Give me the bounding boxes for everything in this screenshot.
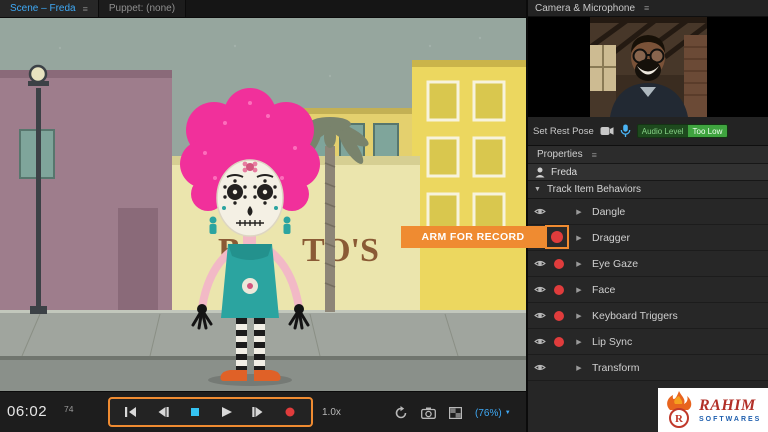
- puppet-icon: [535, 167, 545, 178]
- arm-for-record-callout-label: ARM FOR RECORD: [421, 231, 524, 243]
- expand-triangle-icon[interactable]: ▶: [574, 208, 584, 216]
- right-panel-column: Camera & Microphone ≡: [526, 0, 768, 432]
- watermark-name: RAHIM: [699, 398, 761, 414]
- properties-panel-header: Properties ≡: [528, 146, 768, 164]
- panel-tab-bar: Scene – Freda ≡ Puppet: (none): [0, 0, 526, 18]
- tab-puppet-none[interactable]: Puppet: (none): [99, 0, 186, 17]
- audio-level-meter: Audio Level Too Low: [637, 124, 729, 138]
- watermark-logo-letter: R: [675, 413, 684, 425]
- timecode: 06:02: [7, 403, 47, 420]
- arm-for-record-callout: ARM FOR RECORD: [401, 226, 545, 248]
- visibility-eye-icon[interactable]: [534, 285, 546, 294]
- zoom-level-value: (76%): [475, 408, 502, 419]
- arm-for-record-slot: [552, 311, 566, 321]
- behavior-label: Dragger: [592, 232, 630, 244]
- panel-menu-icon[interactable]: ≡: [592, 150, 597, 160]
- arm-for-record-slot: [552, 259, 566, 269]
- panel-menu-icon[interactable]: ≡: [644, 3, 649, 13]
- scene-column: Scene – Freda ≡ Puppet: (none): [0, 0, 526, 432]
- section-title: Track Item Behaviors: [547, 184, 641, 195]
- record-button[interactable]: [276, 401, 304, 423]
- scene-canvas: B TO'S: [0, 18, 526, 391]
- webcam-feed: [590, 17, 707, 117]
- transparency-grid-icon[interactable]: [449, 407, 462, 419]
- left-building: [0, 70, 172, 312]
- behavior-label: Lip Sync: [592, 336, 632, 348]
- camera-toggle-icon[interactable]: [600, 126, 614, 136]
- visibility-eye-icon[interactable]: [534, 311, 546, 320]
- watermark: R RAHIM SOFTWARES: [658, 388, 768, 432]
- behavior-label: Eye Gaze: [592, 258, 638, 270]
- webcam-area: [528, 17, 768, 117]
- arm-for-record-dot[interactable]: [554, 285, 564, 295]
- watermark-flame-logo: R: [662, 391, 696, 429]
- camera-mic-panel-header: Camera & Microphone ≡: [528, 0, 768, 17]
- behavior-label: Keyboard Triggers: [592, 310, 678, 322]
- playback-speed[interactable]: 1.0x: [322, 407, 341, 418]
- go-to-start-button[interactable]: [117, 401, 145, 423]
- chevron-down-icon: ▼: [505, 410, 511, 416]
- stop-button[interactable]: [181, 401, 209, 423]
- arm-for-record-dot[interactable]: [554, 259, 564, 269]
- puppet-track-item[interactable]: Freda: [528, 164, 768, 181]
- tab-puppet-label: Puppet: (none): [109, 3, 175, 14]
- expanded-triangle-icon[interactable]: ▼: [534, 186, 541, 193]
- camera-mic-controls: Set Rest Pose Audio Level Too Low: [528, 117, 768, 146]
- right-building: [412, 60, 526, 312]
- visibility-eye-icon[interactable]: [534, 259, 546, 268]
- previous-frame-button[interactable]: [149, 401, 177, 423]
- expand-triangle-icon[interactable]: ▶: [574, 364, 584, 372]
- storefront-sign-right: TO'S: [302, 232, 379, 269]
- visibility-eye-icon[interactable]: [534, 363, 546, 372]
- arm-for-record-dot[interactable]: [554, 311, 564, 321]
- dragger-arm-for-record-dot[interactable]: [551, 231, 563, 243]
- microphone-toggle-icon[interactable]: [620, 124, 631, 138]
- frame-counter: 74: [64, 404, 73, 414]
- behavior-row-face[interactable]: ▶ Face: [528, 277, 768, 303]
- behavior-row-keyboard-triggers[interactable]: ▶ Keyboard Triggers: [528, 303, 768, 329]
- behavior-row-lip-sync[interactable]: ▶ Lip Sync: [528, 329, 768, 355]
- behavior-label: Face: [592, 284, 615, 296]
- tab-scene-freda[interactable]: Scene – Freda ≡: [0, 0, 99, 17]
- playback-controls-highlight: [108, 397, 313, 427]
- behavior-row-dangle[interactable]: ▶ Dangle: [528, 199, 768, 225]
- audio-level-label: Audio Level: [638, 125, 688, 137]
- arm-for-record-dot[interactable]: [554, 337, 564, 347]
- timeline-transport-bar: 06:02 74: [0, 391, 526, 432]
- panel-menu-icon[interactable]: ≡: [83, 4, 88, 14]
- expand-triangle-icon[interactable]: ▶: [574, 286, 584, 294]
- set-rest-pose-button[interactable]: Set Rest Pose: [533, 126, 594, 137]
- expand-triangle-icon[interactable]: ▶: [574, 234, 584, 242]
- tab-scene-label: Scene – Freda: [10, 3, 76, 14]
- play-button[interactable]: [212, 401, 240, 423]
- expand-triangle-icon[interactable]: ▶: [574, 312, 584, 320]
- snapshot-camera-icon[interactable]: [421, 407, 436, 419]
- behavior-label: Transform: [592, 362, 639, 374]
- arm-for-record-highlight-box[interactable]: [545, 225, 569, 249]
- visibility-eye-icon[interactable]: [534, 337, 546, 346]
- audio-level-status: Too Low: [688, 125, 728, 137]
- arm-for-record-slot: [552, 285, 566, 295]
- next-frame-button[interactable]: [244, 401, 272, 423]
- properties-title: Properties: [537, 149, 583, 160]
- puppet-name: Freda: [551, 167, 577, 178]
- behavior-row-transform[interactable]: ▶ Transform: [528, 355, 768, 381]
- camera-mic-title: Camera & Microphone: [535, 3, 635, 14]
- expand-triangle-icon[interactable]: ▶: [574, 260, 584, 268]
- zoom-level-dropdown[interactable]: (76%) ▼: [475, 408, 511, 419]
- loop-playback-icon[interactable]: [394, 406, 408, 420]
- arm-for-record-slot: [552, 337, 566, 347]
- behavior-label: Dangle: [592, 206, 625, 218]
- expand-triangle-icon[interactable]: ▶: [574, 338, 584, 346]
- scene-viewport[interactable]: B TO'S: [0, 18, 526, 391]
- track-item-behaviors-section[interactable]: ▼ Track Item Behaviors: [528, 181, 768, 199]
- character-animator-app: Scene – Freda ≡ Puppet: (none): [0, 0, 768, 432]
- behavior-row-eye-gaze[interactable]: ▶ Eye Gaze: [528, 251, 768, 277]
- watermark-subtitle: SOFTWARES: [699, 416, 761, 423]
- visibility-eye-icon[interactable]: [534, 207, 546, 216]
